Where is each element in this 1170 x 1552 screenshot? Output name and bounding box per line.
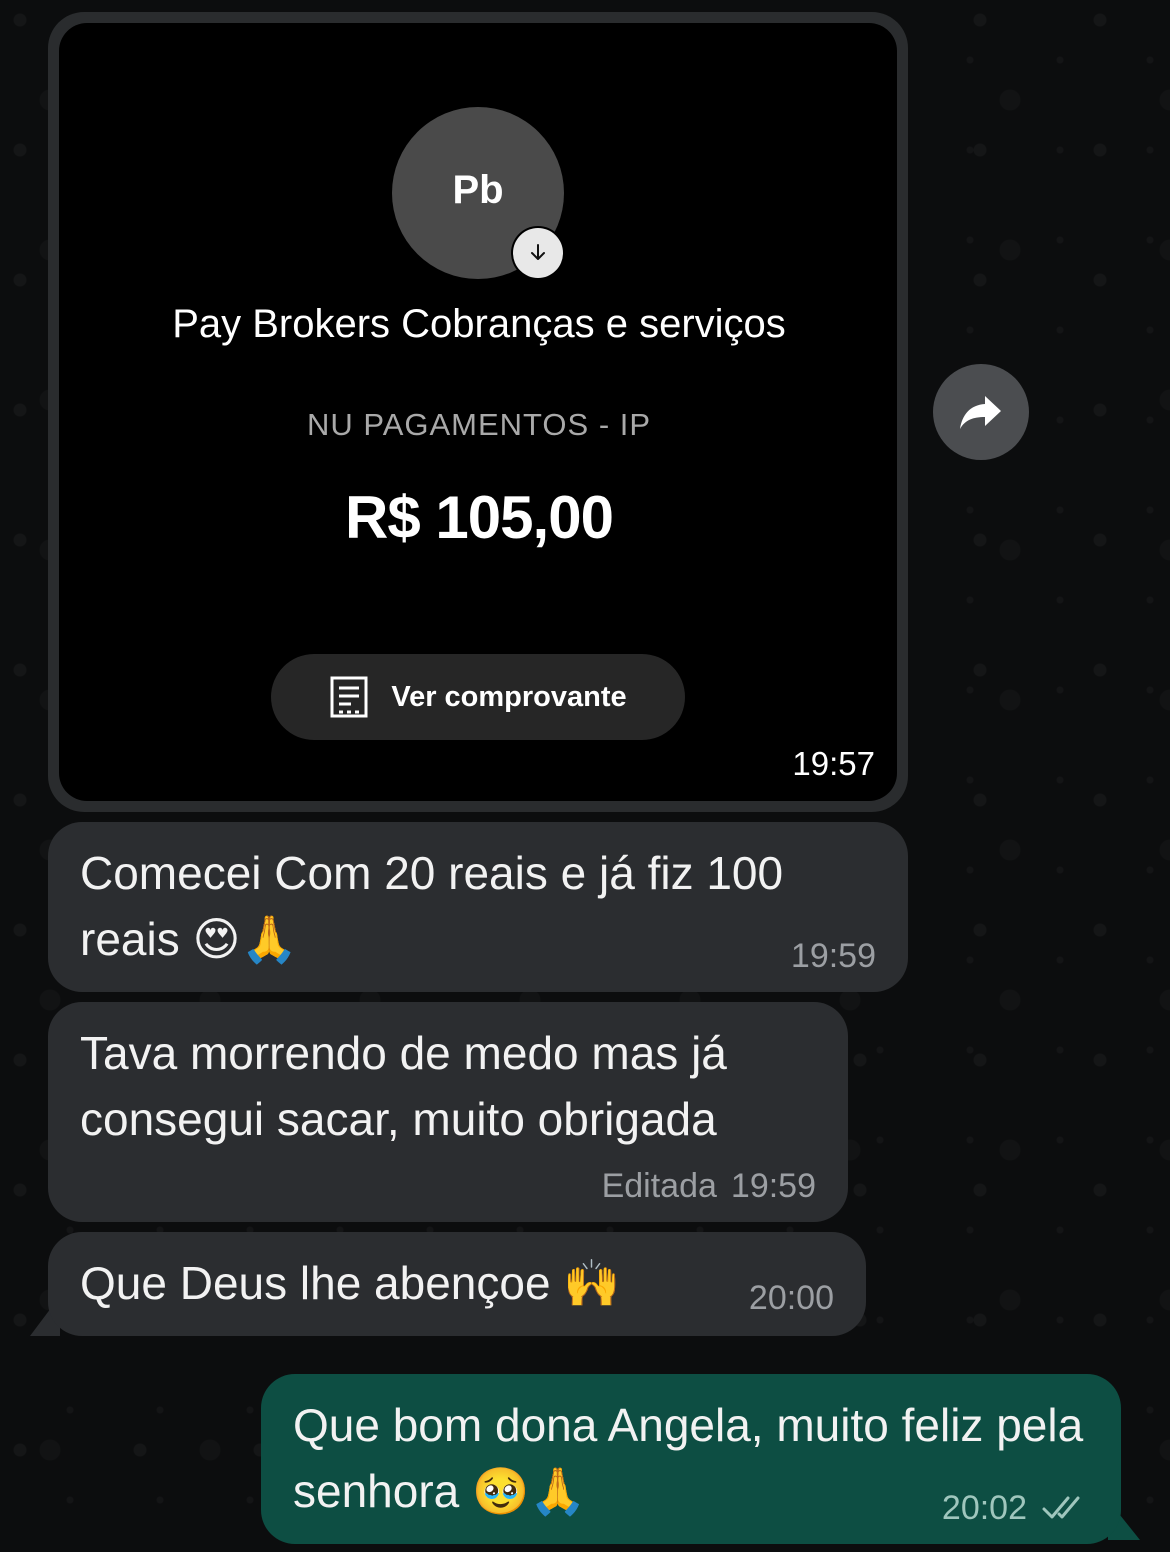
message-emojis: 🙌 — [563, 1256, 621, 1310]
payee-name: Pay Brokers Cobranças e serviços — [172, 302, 786, 346]
message-time: 19:59 — [790, 937, 876, 975]
forward-arrow-icon — [960, 396, 1001, 429]
edited-label: Editada — [601, 1167, 717, 1205]
message-text: Tava morrendo de medo mas já consegui sa… — [80, 1027, 727, 1145]
message-time: 20:00 — [748, 1279, 834, 1317]
view-receipt-label: Ver comprovante — [391, 680, 627, 713]
message-time: 19:57 — [792, 745, 875, 782]
receipt-icon — [330, 676, 368, 718]
incoming-message[interactable]: Comecei Com 20 reais e já fiz 100 reais … — [48, 822, 908, 992]
double-check-icon — [1042, 1496, 1080, 1519]
incoming-message[interactable]: Tava morrendo de medo mas já consegui sa… — [48, 1002, 848, 1222]
forward-button[interactable] — [933, 364, 1029, 460]
outgoing-message[interactable]: Que bom dona Angela, muito feliz pela se… — [261, 1374, 1121, 1544]
message-emojis: 🥹🙏 — [472, 1464, 587, 1518]
incoming-message[interactable]: Que Deus lhe abençoe 🙌 20:00 — [48, 1232, 866, 1336]
message-text: Que Deus lhe abençoe — [80, 1257, 551, 1309]
message-time: 19:59 — [730, 1167, 816, 1205]
message-time: 20:02 — [941, 1489, 1027, 1527]
view-receipt-button[interactable]: Ver comprovante — [271, 654, 685, 740]
message-text: Comecei Com 20 reais e já fiz 100 reais — [80, 847, 784, 965]
download-arrow-icon — [513, 228, 563, 278]
image-message-bubble[interactable]: Pb Pay Brokers Cobranças e serviços NU P… — [48, 12, 908, 812]
payment-amount: R$ 105,00 — [345, 484, 614, 551]
message-emojis: 😍🙏 — [192, 912, 298, 966]
payee-bank: NU PAGAMENTOS - IP — [306, 407, 652, 442]
payment-receipt-image[interactable]: Pb Pay Brokers Cobranças e serviços NU P… — [59, 23, 897, 801]
